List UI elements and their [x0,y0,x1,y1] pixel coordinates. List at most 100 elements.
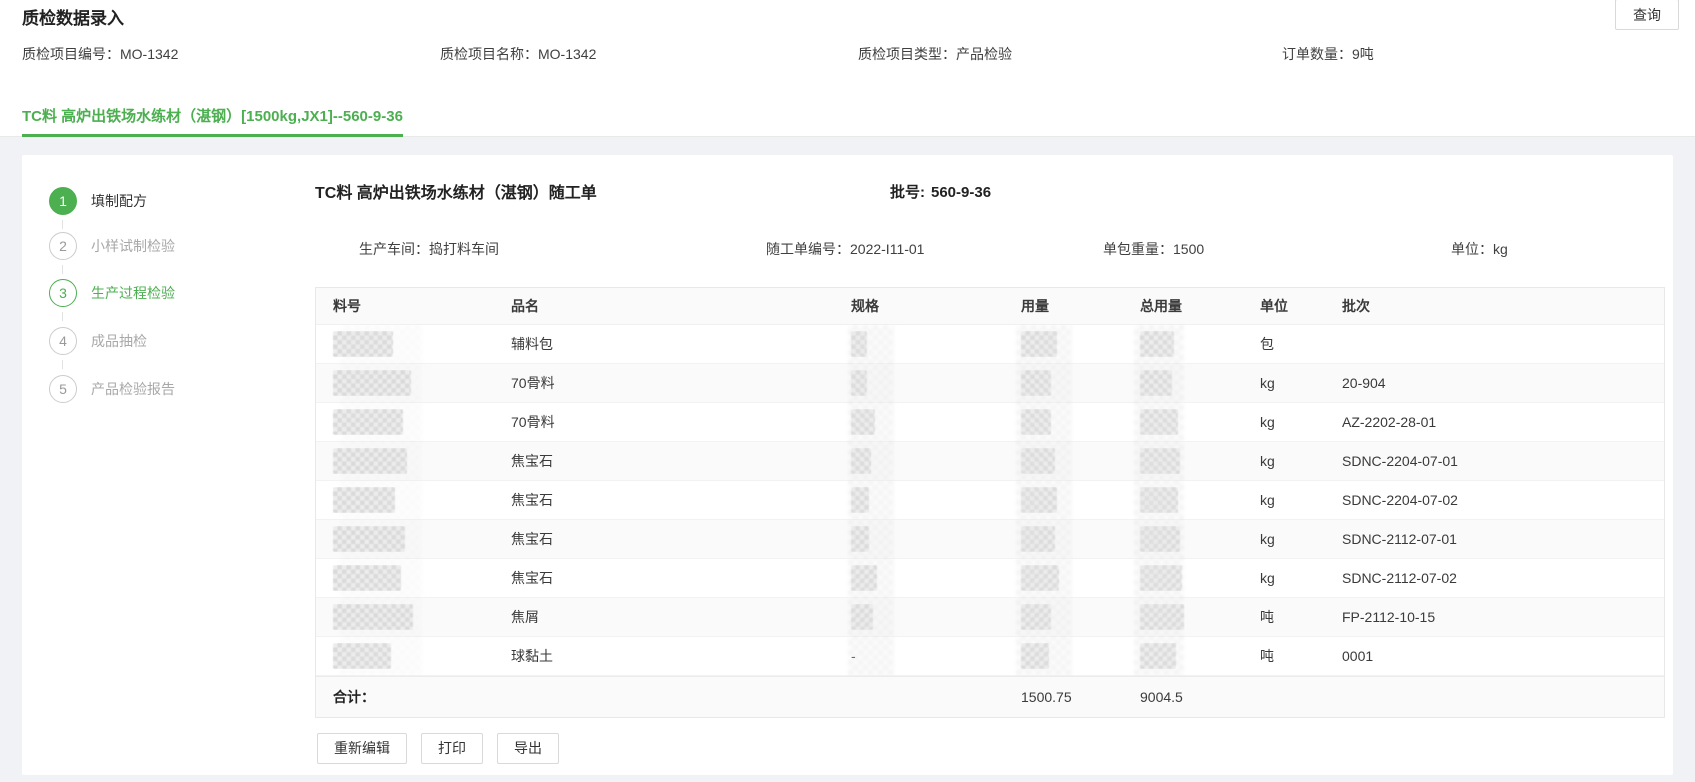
spec-redacted [851,331,867,357]
usage-redacted [1021,604,1051,630]
column-header-6: 单位 [1243,296,1325,316]
table-row: 焦宝石 kgSDNC-2204-07-01 [316,442,1664,481]
print-button[interactable]: 打印 [421,733,483,764]
info-field-2: 质检项目名称：MO-1342 [440,44,596,64]
material-code-redacted [333,604,413,630]
total-label: 合计： [316,687,494,707]
spec-redacted [851,370,867,396]
page-title: 质检数据录入 [22,4,124,29]
usage-redacted [1021,565,1059,591]
table-row: 70骨料kgAZ-2202-28-01 [316,403,1664,442]
total-usage-redacted [1140,487,1178,513]
step-3-circle: 3 [49,279,77,307]
spec-redacted [851,526,869,552]
batch-value: AZ-2202-28-01 [1325,414,1666,430]
worksheet-detail-3: 单包重量：1500 [1103,239,1204,259]
unit-value: 包 [1243,334,1325,354]
spec-redacted [851,409,875,435]
step-4-circle: 4 [49,327,77,355]
table-row: 焦宝石 kgSDNC-2204-07-02 [316,481,1664,520]
step-2-circle: 2 [49,232,77,260]
table-total-row: 合计： 1500.75 9004.5 [316,676,1664,717]
table-row: 辅料包包 [316,325,1664,364]
unit-value: 吨 [1243,646,1325,666]
re-edit-button[interactable]: 重新编辑 [317,733,407,764]
table-row: 焦宝石kgSDNC-2112-07-02 [316,559,1664,598]
total-usage-redacted [1140,448,1180,474]
step-1-circle: 1 [49,187,77,215]
usage-redacted [1021,448,1055,474]
material-code-redacted [333,565,401,591]
info-field-3: 质检项目类型：产品检验 [858,44,1012,64]
total-usage-redacted [1140,643,1176,669]
info-field-1: 质检项目编号：MO-1342 [22,44,178,64]
step-1-label: 填制配方 [91,191,147,211]
batch-value: 560-9-36 [931,184,991,201]
batch-value: SDNC-2204-07-01 [1325,453,1666,469]
material-code-redacted [333,526,405,552]
total-usage-redacted [1140,526,1180,552]
batch-number: 批号: 560-9-36 [890,181,991,202]
total-usage-redacted [1140,370,1172,396]
table-row: 焦屑吨FP-2112-10-15 [316,598,1664,637]
column-header-5: 总用量 [1123,296,1243,316]
usage-redacted [1021,409,1051,435]
batch-value: SDNC-2112-07-02 [1325,570,1666,586]
material-name: 焦宝石 [494,529,834,549]
tab-worksheet[interactable]: TC料 高炉出铁场水练材（湛钢）[1500kg,JX1]--560-9-36 [22,105,403,137]
material-name: 球黏土 [494,646,834,666]
material-code-redacted [333,331,393,357]
step-1[interactable]: 1 填制配方 [49,187,147,215]
step-2-label: 小样试制检验 [91,236,175,256]
query-button[interactable]: 查询 [1615,0,1679,30]
material-code-redacted [333,370,411,396]
table-row: 70骨料kg20-904 [316,364,1664,403]
step-3[interactable]: 3 生产过程检验 [49,279,175,307]
worksheet-detail-2: 随工单编号：2022-I11-01 [766,239,924,259]
material-code-redacted [333,643,391,669]
usage-redacted [1021,370,1051,396]
material-code-redacted [333,448,407,474]
unit-value: kg [1243,492,1325,508]
worksheet-detail-1: 生产车间：捣打料车间 [359,239,499,259]
step-4[interactable]: 4 成品抽检 [49,327,147,355]
unit-value: kg [1243,531,1325,547]
table-header-row: 料号品名规格用量总用量单位批次 [316,288,1664,325]
column-header-7: 批次 [1325,296,1666,316]
step-5[interactable]: 5产品检验报告 [49,375,175,403]
material-name: 焦宝石 [494,490,834,510]
step-3-label: 生产过程检验 [91,283,175,303]
unit-value: 吨 [1243,607,1325,627]
batch-value: FP-2112-10-15 [1325,609,1666,625]
usage-redacted [1021,331,1057,357]
export-button[interactable]: 导出 [497,733,559,764]
material-name: 70骨料 [494,412,834,432]
step-2[interactable]: 2 小样试制检验 [49,232,175,260]
material-code-redacted [333,487,395,513]
worksheet-title: TC料 高炉出铁场水练材（湛钢）随工单 [315,179,597,203]
page-header: 质检数据录入 查询 质检项目编号：MO-1342 质检项目名称：MO-1342 质检… [0,0,1695,137]
table-row: 焦宝石kgSDNC-2112-07-01 [316,520,1664,559]
usage-redacted [1021,526,1055,552]
batch-value: SDNC-2204-07-02 [1325,492,1666,508]
info-field-4: 订单数量：9吨 [1282,44,1374,64]
batch-label: 批号: [890,184,925,201]
material-name: 焦宝石 [494,451,834,471]
unit-value: kg [1243,453,1325,469]
table-row: 球黏土-吨0001 [316,637,1664,676]
spec-redacted [851,565,877,591]
worksheet-detail-4: 单位：kg [1451,239,1508,259]
materials-table: 料号品名规格用量总用量单位批次 辅料包包70骨料kg20-90470骨料kgAZ… [315,287,1665,718]
step-4-label: 成品抽检 [91,331,147,351]
batch-value: 20-904 [1325,375,1666,391]
column-header-3: 规格 [834,296,1004,316]
worksheet-card: 1 填制配方 2 小样试制检验 3 生产过程检验 4 成品抽检 5产品检验报告 TC料 高炉出铁… [22,155,1673,775]
column-header-2: 品名 [494,296,834,316]
material-code-redacted [333,409,403,435]
total-usage-redacted [1140,604,1184,630]
column-header-1: 料号 [316,296,494,316]
spec-redacted [851,604,873,630]
table-body: 辅料包包70骨料kg20-90470骨料kgAZ-2202-28-01焦宝石kg… [316,325,1664,676]
footer-actions: 重新编辑打印导出 [317,733,573,764]
step-5-label: 产品检验报告 [91,379,175,399]
